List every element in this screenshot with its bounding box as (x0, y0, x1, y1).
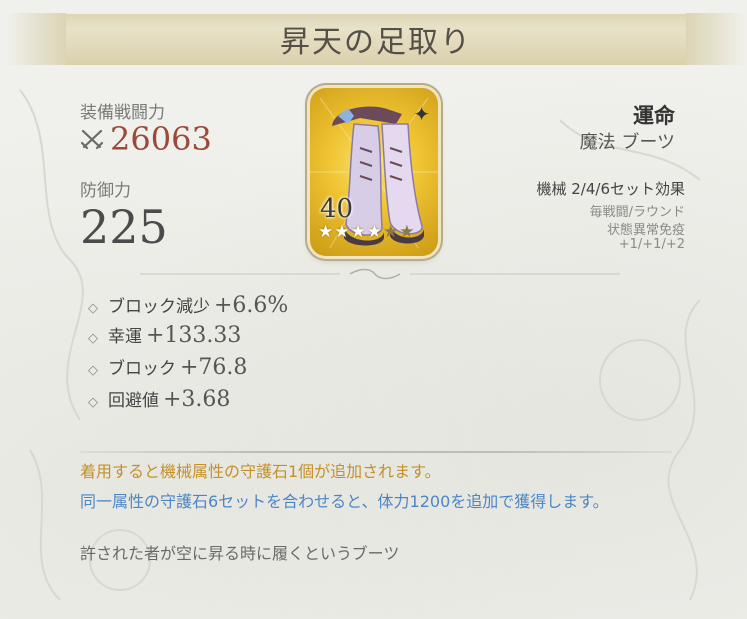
ornamental-divider (140, 268, 620, 280)
star-icon: ★ (399, 222, 415, 242)
defense-label: 防御力 (80, 181, 131, 201)
substat-row: ◇ 幸運 +133.33 (88, 322, 241, 348)
substat-row: ◇ 回避値 +3.68 (88, 386, 230, 412)
star-icon: ★ (334, 222, 350, 242)
guardian-stone-note: 着用すると機械属性の守護石1個が追加されます。 (80, 462, 441, 481)
item-grade: 運命 (633, 104, 675, 128)
substat-label: ブロック減少 (108, 297, 210, 317)
sparkle-icon: ✦ (413, 102, 430, 126)
substat-value: +6.6% (214, 293, 289, 318)
set-bonus-note: 同一属性の守護石6セットを合わせると、体力1200を追加で獲得します。 (80, 492, 609, 511)
substat-value: +76.8 (180, 355, 248, 380)
star-icon: ★ (318, 222, 334, 242)
diamond-bullet-icon: ◇ (88, 395, 98, 410)
section-divider (80, 451, 672, 453)
set-effect-title: 機械 2/4/6セット効果 (536, 180, 685, 198)
substat-value: +3.68 (163, 387, 231, 412)
crossed-swords-icon (80, 129, 104, 150)
flavor-text: 許された者が空に昇る時に履くというブーツ (80, 544, 400, 563)
set-effect-line: 状態異常免疫 (606, 223, 685, 238)
defense-value: 225 (80, 200, 168, 254)
item-title: 昇天の足取り (280, 25, 472, 60)
item-portrait[interactable]: ✦ 40 ★ ★ ★ ★ ★ ★ (310, 88, 438, 256)
substat-label: 回避値 (108, 391, 159, 411)
star-icon: ★ (383, 222, 399, 242)
substat-row: ◇ ブロック減少 +6.6% (88, 292, 288, 318)
power-value: 26063 (110, 120, 212, 158)
substat-row: ◇ ブロック +76.8 (88, 354, 247, 380)
item-level: 40 (320, 194, 354, 224)
substat-label: 幸運 (108, 327, 142, 347)
substat-label: ブロック (108, 359, 176, 379)
title-banner: 昇天の足取り (6, 13, 746, 65)
item-detail-panel: 昇天の足取り 装備戦闘力 26063 防御力 225 ✦ 40 ★ ★ ★ ★ … (0, 0, 747, 619)
power-row: 26063 (80, 120, 212, 158)
star-icon: ★ (350, 222, 366, 242)
set-effect-line: 毎戦闘/ラウンド (589, 205, 685, 220)
diamond-bullet-icon: ◇ (88, 301, 98, 316)
star-icon: ★ (366, 222, 382, 242)
substat-value: +133.33 (146, 323, 242, 348)
diamond-bullet-icon: ◇ (88, 331, 98, 346)
item-type: 魔法 ブーツ (579, 132, 675, 153)
diamond-bullet-icon: ◇ (88, 363, 98, 378)
set-effect-line: +1/+1/+2 (618, 237, 685, 252)
star-rating: ★ ★ ★ ★ ★ ★ (318, 224, 416, 241)
